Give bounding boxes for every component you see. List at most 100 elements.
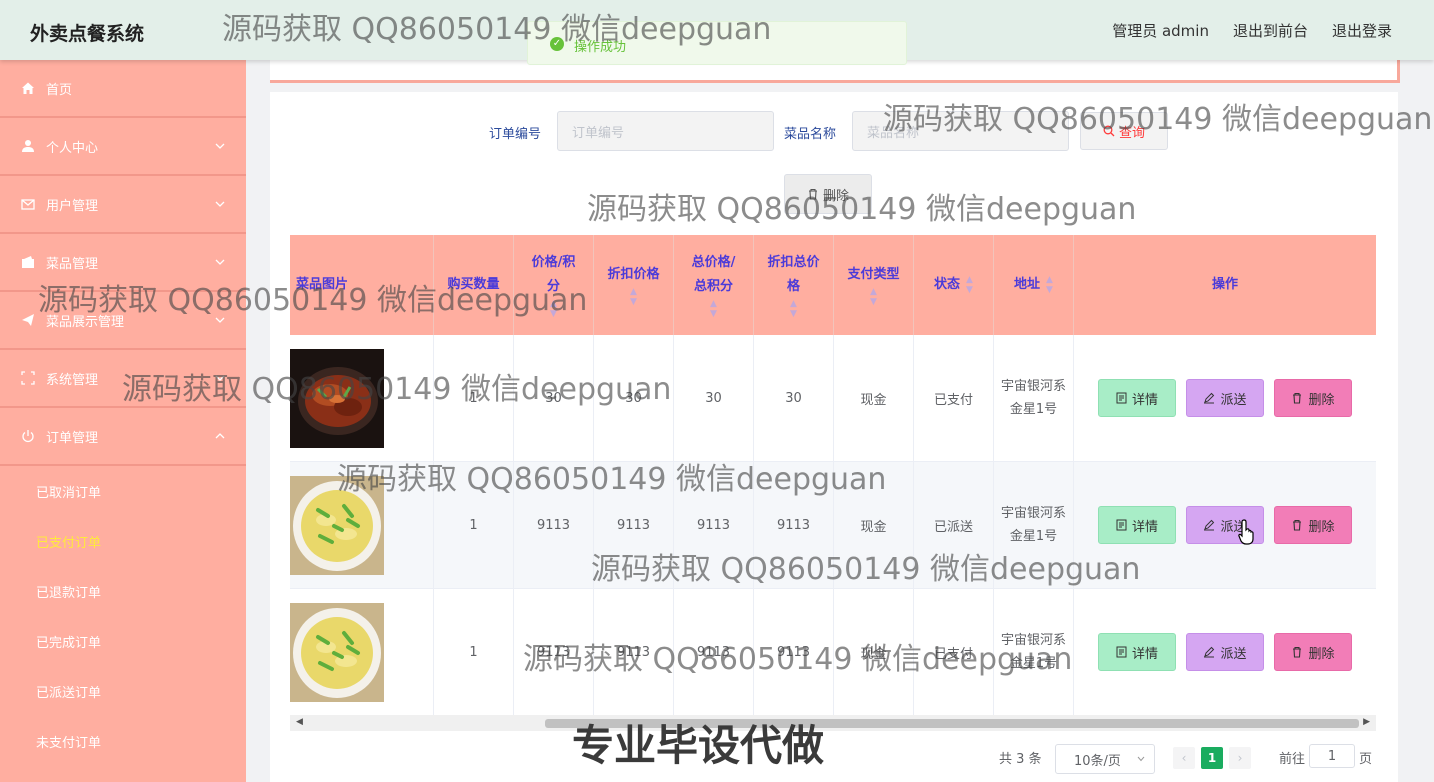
col-header-discount-price[interactable]: 折扣价格 ▲ ▼ — [594, 235, 674, 335]
sort-icon[interactable]: ▲ ▼ — [630, 287, 637, 307]
goto-page-input[interactable]: 1 — [1309, 744, 1355, 768]
send-button[interactable]: 派送 — [1186, 633, 1264, 671]
scroll-right-icon[interactable]: ▶ — [1363, 717, 1370, 727]
price-cell: 9113 — [514, 589, 594, 715]
sub-item-dispatched-orders[interactable]: 已派送订单 — [0, 666, 246, 716]
logout-link[interactable]: 退出登录 — [1332, 20, 1392, 41]
send-button[interactable]: 派送 — [1186, 379, 1264, 417]
sidebar-item-label: 菜品管理 — [46, 256, 99, 272]
dish-image-cell — [290, 335, 434, 461]
horizontal-scrollbar[interactable]: ◀ ▶ — [290, 715, 1376, 731]
wallet-icon — [20, 254, 36, 270]
sidebar-item-system[interactable]: 系统管理 — [0, 350, 246, 408]
status-cell: 已支付 — [914, 335, 994, 461]
pay-type-cell: 现金 — [834, 462, 914, 588]
next-page-button[interactable]: › — [1229, 747, 1251, 769]
col-header-label: 折扣总价格 — [767, 255, 820, 294]
address-cell: 宇宙银河系金星1号 — [994, 589, 1074, 715]
total-cell: 30 — [674, 335, 754, 461]
trash-icon — [1293, 392, 1302, 404]
col-header-discount-total[interactable]: 折扣总价格 ▲ ▼ — [754, 235, 834, 335]
col-header-label: 操作 — [1211, 277, 1238, 292]
col-header-price[interactable]: 价格/积分 ▲ ▼ — [514, 235, 594, 335]
exit-to-front-link[interactable]: 退出到前台 — [1233, 20, 1308, 41]
detail-label: 详情 — [1131, 519, 1158, 535]
home-icon — [20, 80, 36, 96]
col-header-image: 菜品图片 — [290, 235, 434, 335]
document-icon — [1116, 392, 1127, 404]
chevron-down-icon — [215, 317, 225, 323]
actions-cell: 详情 派送 删除 — [1074, 589, 1376, 715]
detail-button[interactable]: 详情 — [1098, 379, 1176, 417]
address-cell: 宇宙银河系金星1号 — [994, 335, 1074, 461]
discount-price-cell: 9113 — [594, 589, 674, 715]
col-header-label: 购买数量 — [447, 277, 500, 292]
chevron-down-icon — [215, 201, 225, 207]
scroll-left-icon[interactable]: ◀ — [296, 717, 303, 727]
col-header-pay-type[interactable]: 支付类型 ▲ ▼ — [834, 235, 914, 335]
query-button[interactable]: 查询 — [1080, 112, 1168, 150]
document-icon — [1116, 519, 1127, 531]
prev-page-button[interactable]: ‹ — [1173, 747, 1195, 769]
sub-item-unpaid-orders[interactable]: 未支付订单 — [0, 716, 246, 766]
col-header-qty[interactable]: 购买数量 — [434, 235, 514, 335]
order-no-label: 订单编号 — [489, 127, 542, 142]
col-header-label: 地址 — [1014, 277, 1041, 292]
pay-type-cell: 现金 — [834, 589, 914, 715]
dish-image-braised-fish — [290, 348, 384, 448]
power-icon — [20, 428, 36, 444]
user-icon — [20, 138, 36, 154]
fullscreen-icon — [20, 370, 36, 386]
sidebar-item-users[interactable]: 用户管理 — [0, 176, 246, 234]
sidebar-item-dish-display[interactable]: 菜品展示管理 — [0, 292, 246, 350]
page-suffix: 页 — [1359, 752, 1373, 767]
page-size-select[interactable]: 10条/页 — [1055, 744, 1155, 774]
search-icon — [1103, 125, 1115, 137]
col-header-status[interactable]: 状态 ▲ ▼ — [914, 235, 994, 335]
status-cell: 已派送 — [914, 462, 994, 588]
sub-item-paid-orders[interactable]: 已支付订单 — [0, 516, 246, 566]
edit-icon — [1204, 646, 1215, 658]
sub-item-cancelled-orders[interactable]: 已取消订单 — [0, 466, 246, 516]
page-number-current[interactable]: 1 — [1201, 747, 1223, 769]
sort-icon[interactable]: ▲ ▼ — [1046, 275, 1053, 295]
sort-icon[interactable]: ▲ ▼ — [870, 287, 877, 307]
dish-image-cell — [290, 462, 434, 588]
query-button-label: 查询 — [1118, 125, 1145, 141]
delete-button[interactable]: 删除 — [1274, 506, 1352, 544]
dish-image-cell — [290, 589, 434, 715]
scrollbar-thumb[interactable] — [545, 719, 1359, 728]
sub-item-completed-orders[interactable]: 已完成订单 — [0, 616, 246, 666]
dish-name-input[interactable]: 菜品名称 — [852, 111, 1069, 151]
delete-button[interactable]: 删除 — [1274, 633, 1352, 671]
col-header-total[interactable]: 总价格/总积分 ▲ ▼ — [674, 235, 754, 335]
sort-icon[interactable]: ▲ ▼ — [550, 299, 557, 319]
delete-label: 删除 — [1308, 646, 1335, 662]
sidebar-item-home[interactable]: 首页 — [0, 60, 246, 118]
sidebar-item-personal[interactable]: 个人中心 — [0, 118, 246, 176]
sort-icon[interactable]: ▲ ▼ — [790, 299, 797, 319]
detail-button[interactable]: 详情 — [1098, 506, 1176, 544]
chevron-down-icon — [1137, 756, 1145, 762]
col-header-label: 状态 — [934, 277, 961, 292]
dish-image-egg-dish — [290, 602, 384, 702]
col-header-address[interactable]: 地址 ▲ ▼ — [994, 235, 1074, 335]
toast-message: 操作成功 — [574, 40, 627, 55]
actions-cell: 详情 派送 删除 — [1074, 335, 1376, 461]
batch-delete-button[interactable]: 删除 — [784, 174, 872, 214]
hand-cursor-icon — [1238, 519, 1254, 545]
sidebar-item-orders[interactable]: 订单管理 — [0, 408, 246, 466]
actions-cell: 详情 派送 删除 — [1074, 462, 1376, 588]
sort-icon[interactable]: ▲ ▼ — [710, 299, 717, 319]
total-cell: 9113 — [674, 462, 754, 588]
detail-button[interactable]: 详情 — [1098, 633, 1176, 671]
sub-item-refunded-orders[interactable]: 已退款订单 — [0, 566, 246, 616]
sidebar-item-dishes[interactable]: 菜品管理 — [0, 234, 246, 292]
order-no-input[interactable]: 订单编号 — [557, 111, 774, 151]
sort-icon[interactable]: ▲ ▼ — [966, 275, 973, 295]
pay-type-cell: 现金 — [834, 335, 914, 461]
trash-icon — [808, 188, 817, 200]
app-title: 外卖点餐系统 — [30, 23, 145, 45]
header-actions: 管理员 admin 退出到前台 退出登录 — [1112, 20, 1392, 41]
delete-button[interactable]: 删除 — [1274, 379, 1352, 417]
